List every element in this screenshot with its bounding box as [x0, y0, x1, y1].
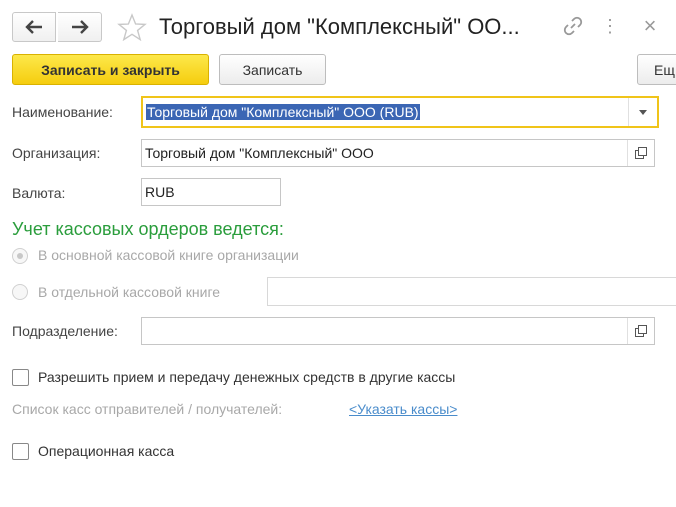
specify-cash-link[interactable]: <Указать кассы>	[349, 401, 457, 417]
allow-transfer-label: Разрешить прием и передачу денежных сред…	[38, 369, 456, 385]
name-dropdown-button[interactable]	[628, 98, 657, 126]
save-and-close-label: Записать и закрыть	[41, 61, 180, 78]
name-value: Торговый дом "Комплексный" ООО (RUB)	[146, 104, 420, 120]
cash-orders-section-title: Учет кассовых ордеров ведется:	[12, 219, 284, 239]
cash-list-label: Список касс отправителей / получателей:	[12, 401, 283, 417]
open-window-icon	[635, 147, 647, 159]
division-field[interactable]	[141, 317, 655, 345]
name-label: Наименование:	[12, 104, 113, 120]
arrow-right-icon	[71, 20, 89, 34]
link-button[interactable]	[563, 16, 583, 36]
back-button[interactable]	[12, 12, 56, 42]
chevron-down-icon	[639, 109, 647, 115]
division-label: Подразделение:	[12, 323, 118, 339]
close-icon: ×	[643, 13, 657, 38]
radio-main-book-label: В основной кассовой книге организации	[38, 247, 299, 263]
arrow-left-icon	[25, 20, 42, 34]
radio-selected-dot	[17, 253, 23, 259]
radio-main-book[interactable]	[12, 248, 28, 264]
radio-separate-book[interactable]	[12, 284, 28, 300]
forward-button[interactable]	[58, 12, 102, 42]
separate-book-field[interactable]	[267, 277, 676, 306]
name-field[interactable]: Торговый дом "Комплексный" ООО (RUB)	[141, 96, 659, 128]
more-button[interactable]: ⋮	[600, 16, 620, 36]
more-actions-label: Ещ	[654, 61, 675, 78]
window-title: Торговый дом "Комплексный" ОО...	[159, 14, 520, 39]
save-label: Записать	[242, 61, 303, 78]
link-icon	[563, 16, 583, 36]
division-open-button[interactable]	[627, 318, 654, 344]
more-icon: ⋮	[601, 15, 619, 36]
organization-label: Организация:	[12, 145, 101, 161]
star-icon	[117, 13, 147, 42]
favorite-button[interactable]	[117, 13, 147, 42]
currency-label: Валюта:	[12, 185, 66, 201]
organization-open-button[interactable]	[627, 140, 654, 166]
save-and-close-button[interactable]: Записать и закрыть	[12, 54, 209, 85]
operational-checkbox[interactable]	[12, 443, 29, 460]
open-window-icon	[635, 325, 647, 337]
save-button[interactable]: Записать	[219, 54, 326, 85]
operational-label: Операционная касса	[38, 443, 175, 459]
allow-transfer-checkbox[interactable]	[12, 369, 29, 386]
close-button[interactable]: ×	[640, 13, 660, 38]
radio-separate-book-label: В отдельной кассовой книге	[38, 284, 221, 300]
organization-field[interactable]: Торговый дом "Комплексный" ООО	[141, 139, 655, 167]
more-actions-button[interactable]: Ещ	[637, 54, 676, 85]
organization-value: Торговый дом "Комплексный" ООО	[145, 145, 374, 161]
currency-value: RUB	[145, 184, 175, 200]
currency-field[interactable]: RUB	[141, 178, 281, 206]
